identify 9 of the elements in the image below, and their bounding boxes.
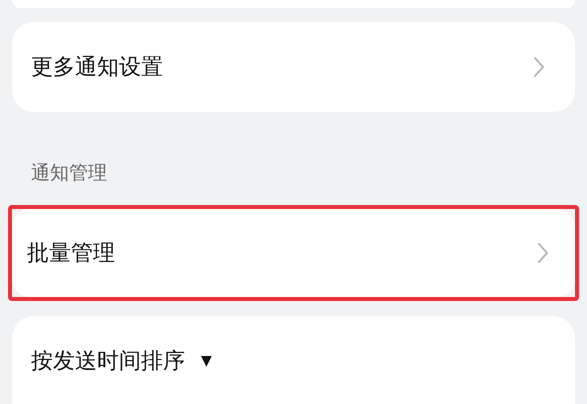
section-title: 通知管理 bbox=[31, 160, 107, 186]
sort-label: 按发送时间排序 bbox=[31, 348, 185, 376]
sort-dropdown-caret[interactable]: ▼ bbox=[201, 354, 212, 368]
chevron-right-icon bbox=[537, 242, 549, 264]
chevron-right-icon bbox=[533, 56, 545, 78]
more-settings-item[interactable]: 更多通知设置 bbox=[12, 22, 575, 112]
item-label: 批量管理 bbox=[27, 240, 115, 268]
batch-manage-item[interactable]: 批量管理 bbox=[12, 209, 575, 297]
item-label: 更多通知设置 bbox=[31, 54, 163, 82]
